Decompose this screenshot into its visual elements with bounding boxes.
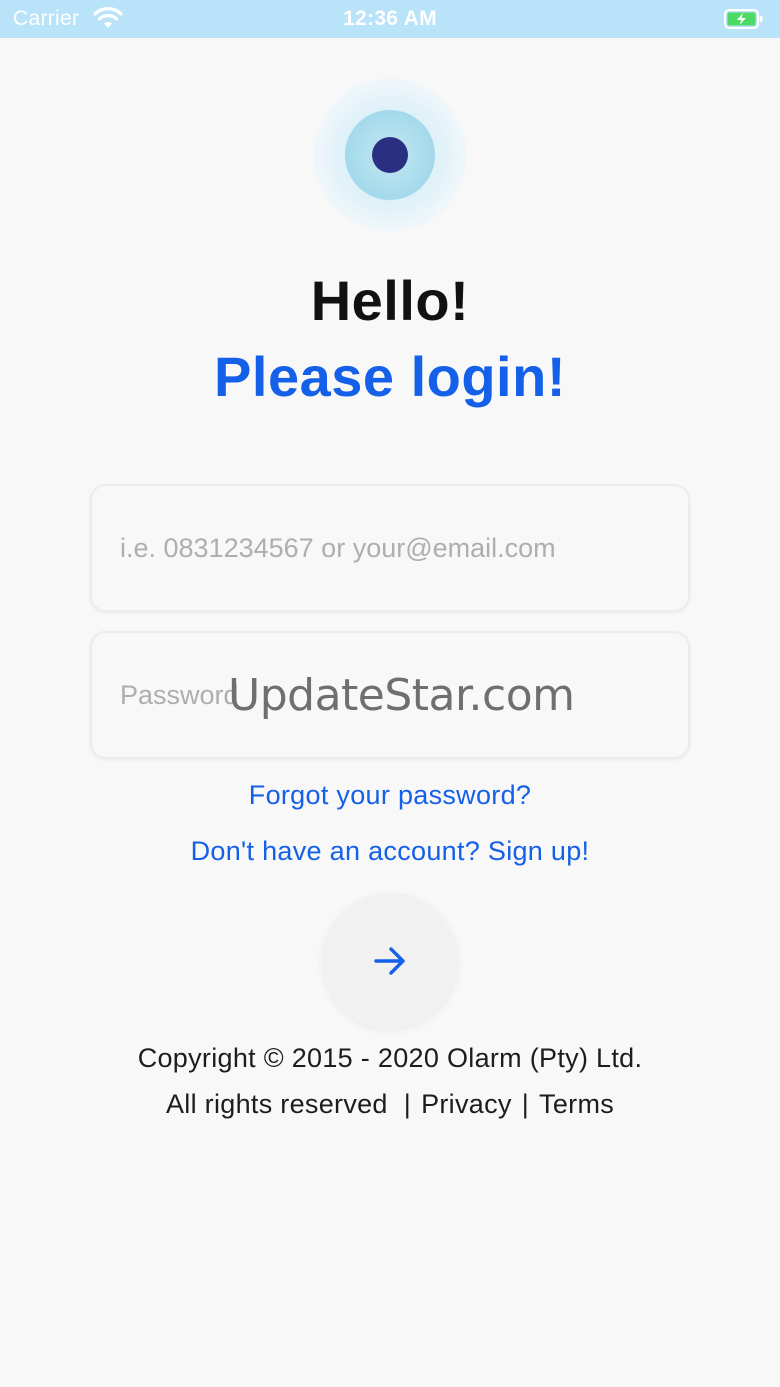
eye-logo-icon bbox=[313, 78, 467, 232]
login-prompt-heading: Please login! bbox=[214, 345, 566, 408]
identity-input[interactable] bbox=[120, 486, 660, 610]
rights-text: All rights reserved bbox=[165, 1089, 388, 1119]
status-bar: Carrier 12:36 AM bbox=[0, 0, 780, 38]
login-submit-button[interactable] bbox=[322, 893, 458, 1029]
footer-separator: | bbox=[403, 1089, 412, 1119]
forgot-password-link[interactable]: Forgot your password? bbox=[0, 780, 780, 811]
password-input[interactable] bbox=[120, 633, 660, 757]
footer-separator: | bbox=[521, 1089, 530, 1119]
battery-charging-icon bbox=[724, 9, 763, 29]
terms-link[interactable]: Terms bbox=[539, 1089, 614, 1119]
privacy-link[interactable]: Privacy bbox=[421, 1089, 512, 1119]
identity-field[interactable] bbox=[90, 484, 690, 612]
password-field[interactable] bbox=[90, 631, 690, 759]
status-time: 12:36 AM bbox=[343, 7, 437, 30]
greeting-heading: Hello! bbox=[310, 269, 470, 332]
copyright-text: Copyright © 2015 - 2020 Olarm (Pty) Ltd. bbox=[137, 1043, 643, 1073]
sign-up-link[interactable]: Don't have an account? Sign up! bbox=[0, 836, 780, 867]
footer-links: All rights reserved | Privacy | Terms bbox=[0, 1089, 780, 1120]
arrow-right-icon bbox=[374, 947, 405, 975]
